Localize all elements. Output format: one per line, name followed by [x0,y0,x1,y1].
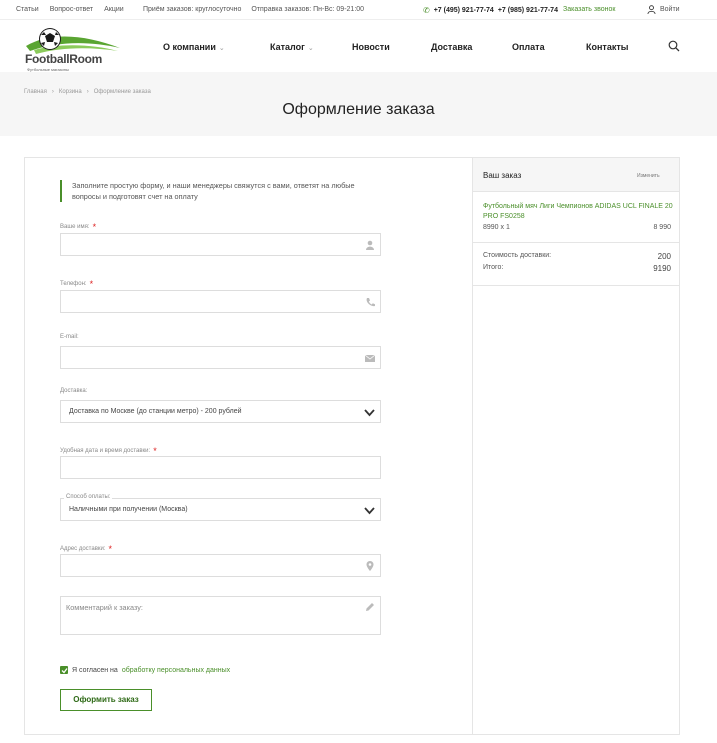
phone-icon [366,298,375,307]
logo[interactable]: FootballRoom Футбольные магазины [24,24,124,72]
edit-order-link[interactable]: Изменить [637,173,660,179]
chevron-down-icon [364,507,375,515]
required-mark: * [92,222,97,232]
login-link[interactable]: Войти [647,5,680,14]
nav-about-label: О компании [163,42,216,52]
user-icon [647,5,656,14]
form-intro: Заполните простую форму, и наши менеджер… [60,180,370,202]
breadcrumb: Главная › Корзина › Оформление заказа [24,89,151,95]
consent-text: Я согласен на [72,666,118,674]
top-links: Статьи Вопрос-ответ Акции [16,6,124,13]
date-label: Удобная дата и время доставки: * [60,444,157,456]
divider [473,285,679,286]
breadcrumb-current: Оформление заказа [93,89,151,95]
breadcrumb-cart[interactable]: Корзина [59,89,82,95]
nav-payment[interactable]: Оплата [512,42,545,52]
top-bar: Статьи Вопрос-ответ Акции Приём заказов:… [0,0,717,19]
payment-value: Наличными при получении (Москва) [69,506,188,513]
total-label: Итого: [483,264,504,271]
phone-link-1[interactable]: +7 (495) 921-77-74 [434,7,494,14]
email-field[interactable] [60,346,381,369]
payment-label: Способ оплаты: [64,494,113,500]
delivery-value: Доставка по Москве (до станции метро) - … [69,408,242,415]
nav-contacts[interactable]: Контакты [586,42,628,52]
order-product-qty: 8990 x 1 [483,224,510,231]
shipping-hours: Отправка заказов: Пн-Вс: 09-21:00 [251,6,365,13]
delivery-cost-label: Стоимость доставки: [483,252,552,259]
phone-field[interactable] [60,290,381,313]
phones: ✆ +7 (495) 921-77-74 +7 (985) 921-77-74 [423,6,558,15]
phone-icon: ✆ [423,6,430,15]
header: FootballRoom Футбольные магазины О компа… [0,19,717,72]
pencil-icon [366,603,374,611]
consent-checkbox[interactable] [60,666,68,674]
phone-label: Телефон: * [60,277,94,289]
required-mark: * [108,544,113,554]
nav-delivery[interactable]: Доставка [431,42,472,52]
top-link-articles[interactable]: Статьи [16,6,39,13]
required-mark: * [89,279,94,289]
chevron-down-icon [364,409,375,417]
comment-field[interactable]: Комментарий к заказу: [60,596,381,635]
nav-about[interactable]: О компании ⌄ [163,42,225,52]
phone-label-text: Телефон: [60,281,87,287]
name-label-text: Ваше имя: [60,224,90,230]
chevron-down-icon: ⌄ [307,45,314,52]
search-icon[interactable] [668,40,680,52]
logo-name: FootballRoom [25,52,103,66]
divider [473,242,679,243]
comment-placeholder: Комментарий к заказу: [66,603,143,612]
divider [472,158,473,734]
top-info: Приём заказов: круглосуточно Отправка за… [143,6,364,13]
chevron-down-icon: ⌄ [218,45,225,52]
breadcrumb-home[interactable]: Главная [24,89,47,95]
page-title: Оформление заказа [282,101,435,118]
order-hours: Приём заказов: круглосуточно [143,6,242,13]
email-label: E-mail: [60,334,79,340]
top-link-promo[interactable]: Акции [104,6,124,13]
order-summary-header: Ваш заказ Изменить [473,158,679,192]
envelope-icon [365,354,375,362]
order-product-price: 8 990 [653,224,671,231]
phone-link-2[interactable]: +7 (985) 921-77-74 [498,7,558,14]
total-value: 9190 [653,264,671,273]
address-label: Адрес доставки: * [60,542,113,554]
nav-news[interactable]: Новости [352,42,390,52]
date-label-text: Удобная дата и время доставки: [60,448,151,454]
page-header: Главная › Корзина › Оформление заказа Офор… [0,72,717,136]
payment-select[interactable]: Наличными при получении (Москва) [60,498,381,521]
required-mark: * [153,446,157,456]
address-label-text: Адрес доставки: [60,546,106,552]
consent-row: Я согласен на обработку персональных дан… [60,666,230,674]
delivery-label: Доставка: [60,388,88,394]
checkout-frame: Заполните простую форму, и наши менеджер… [24,157,680,735]
delivery-cost-value: 200 [657,252,671,261]
user-icon [366,240,374,250]
order-product-link[interactable]: Футбольный мяч Лиги Чемпионов ADIDAS UCL… [483,202,673,222]
callback-link[interactable]: Заказать звонок [563,6,615,13]
nav-catalog-label: Каталог [270,42,305,52]
delivery-select[interactable]: Доставка по Москве (до станции метро) - … [60,400,381,423]
address-field[interactable] [60,554,381,577]
map-pin-icon [366,561,374,571]
delivery-date-field[interactable] [60,456,381,479]
top-link-faq[interactable]: Вопрос-ответ [50,6,93,13]
breadcrumb-sep: › [86,89,89,95]
name-field[interactable] [60,233,381,256]
name-label: Ваше имя: * [60,220,97,232]
nav-catalog[interactable]: Каталог ⌄ [270,42,314,52]
order-summary-title: Ваш заказ [483,171,522,180]
login-label: Войти [660,6,680,13]
breadcrumb-sep: › [51,89,54,95]
checkmark-icon [61,667,68,673]
consent-link[interactable]: обработку персональных данных [122,667,230,674]
submit-order-button[interactable]: Оформить заказ [60,689,152,711]
